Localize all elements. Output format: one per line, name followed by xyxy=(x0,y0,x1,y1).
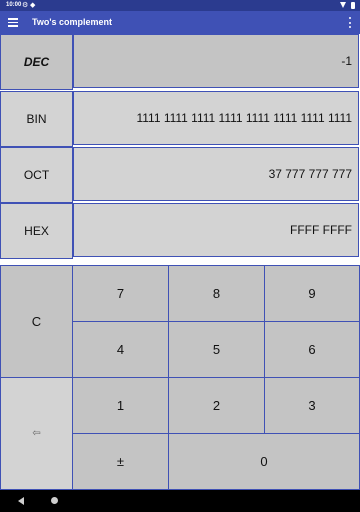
menu-icon[interactable] xyxy=(8,17,18,28)
dec-row[interactable]: DEC -1 xyxy=(0,34,360,90)
keypad: C ⇦ 7 8 9 4 5 6 1 2 3 ± 0 xyxy=(0,265,360,490)
key-0[interactable]: 0 xyxy=(168,433,360,490)
bin-value[interactable]: 1111 1111 1111 1111 1111 1111 1111 1111 xyxy=(73,91,359,145)
wifi-icon xyxy=(340,2,346,8)
clear-button[interactable]: C xyxy=(0,265,73,378)
overflow-menu-icon[interactable] xyxy=(348,17,352,28)
home-icon[interactable] xyxy=(51,497,58,504)
navigation-bar xyxy=(0,490,360,512)
conversion-display: DEC -1 BIN 1111 1111 1111 1111 1111 1111… xyxy=(0,34,360,260)
bin-row[interactable]: BIN 1111 1111 1111 1111 1111 1111 1111 1… xyxy=(0,91,360,147)
dec-value[interactable]: -1 xyxy=(73,34,359,88)
app-bar: Two's complement xyxy=(0,11,360,34)
key-6[interactable]: 6 xyxy=(264,321,360,378)
plus-minus-button[interactable]: ± xyxy=(72,433,169,490)
gear-icon: ⚙ xyxy=(22,2,29,9)
oct-label[interactable]: OCT xyxy=(0,147,73,203)
key-5[interactable]: 5 xyxy=(168,321,265,378)
hex-value[interactable]: FFFF FFFF xyxy=(73,203,359,257)
key-1[interactable]: 1 xyxy=(72,377,169,434)
backspace-icon: ⇦ xyxy=(32,428,41,439)
oct-row[interactable]: OCT 37 777 777 777 xyxy=(0,147,360,203)
status-time: 10:00 xyxy=(6,2,22,8)
shield-icon: ◆ xyxy=(30,2,36,9)
key-4[interactable]: 4 xyxy=(72,321,169,378)
battery-icon xyxy=(351,2,355,9)
app-title: Two's complement xyxy=(32,17,112,27)
back-icon[interactable] xyxy=(18,497,24,505)
backspace-button[interactable]: ⇦ xyxy=(0,377,73,490)
status-bar: 10:00 ⚙ ◆ xyxy=(0,0,360,11)
key-9[interactable]: 9 xyxy=(264,265,360,322)
key-8[interactable]: 8 xyxy=(168,265,265,322)
oct-value[interactable]: 37 777 777 777 xyxy=(73,147,359,201)
bin-label[interactable]: BIN xyxy=(0,91,73,147)
hex-label[interactable]: HEX xyxy=(0,203,73,259)
key-7[interactable]: 7 xyxy=(72,265,169,322)
hex-row[interactable]: HEX FFFF FFFF xyxy=(0,203,360,259)
key-3[interactable]: 3 xyxy=(264,377,360,434)
dec-label[interactable]: DEC xyxy=(0,34,73,90)
key-2[interactable]: 2 xyxy=(168,377,265,434)
